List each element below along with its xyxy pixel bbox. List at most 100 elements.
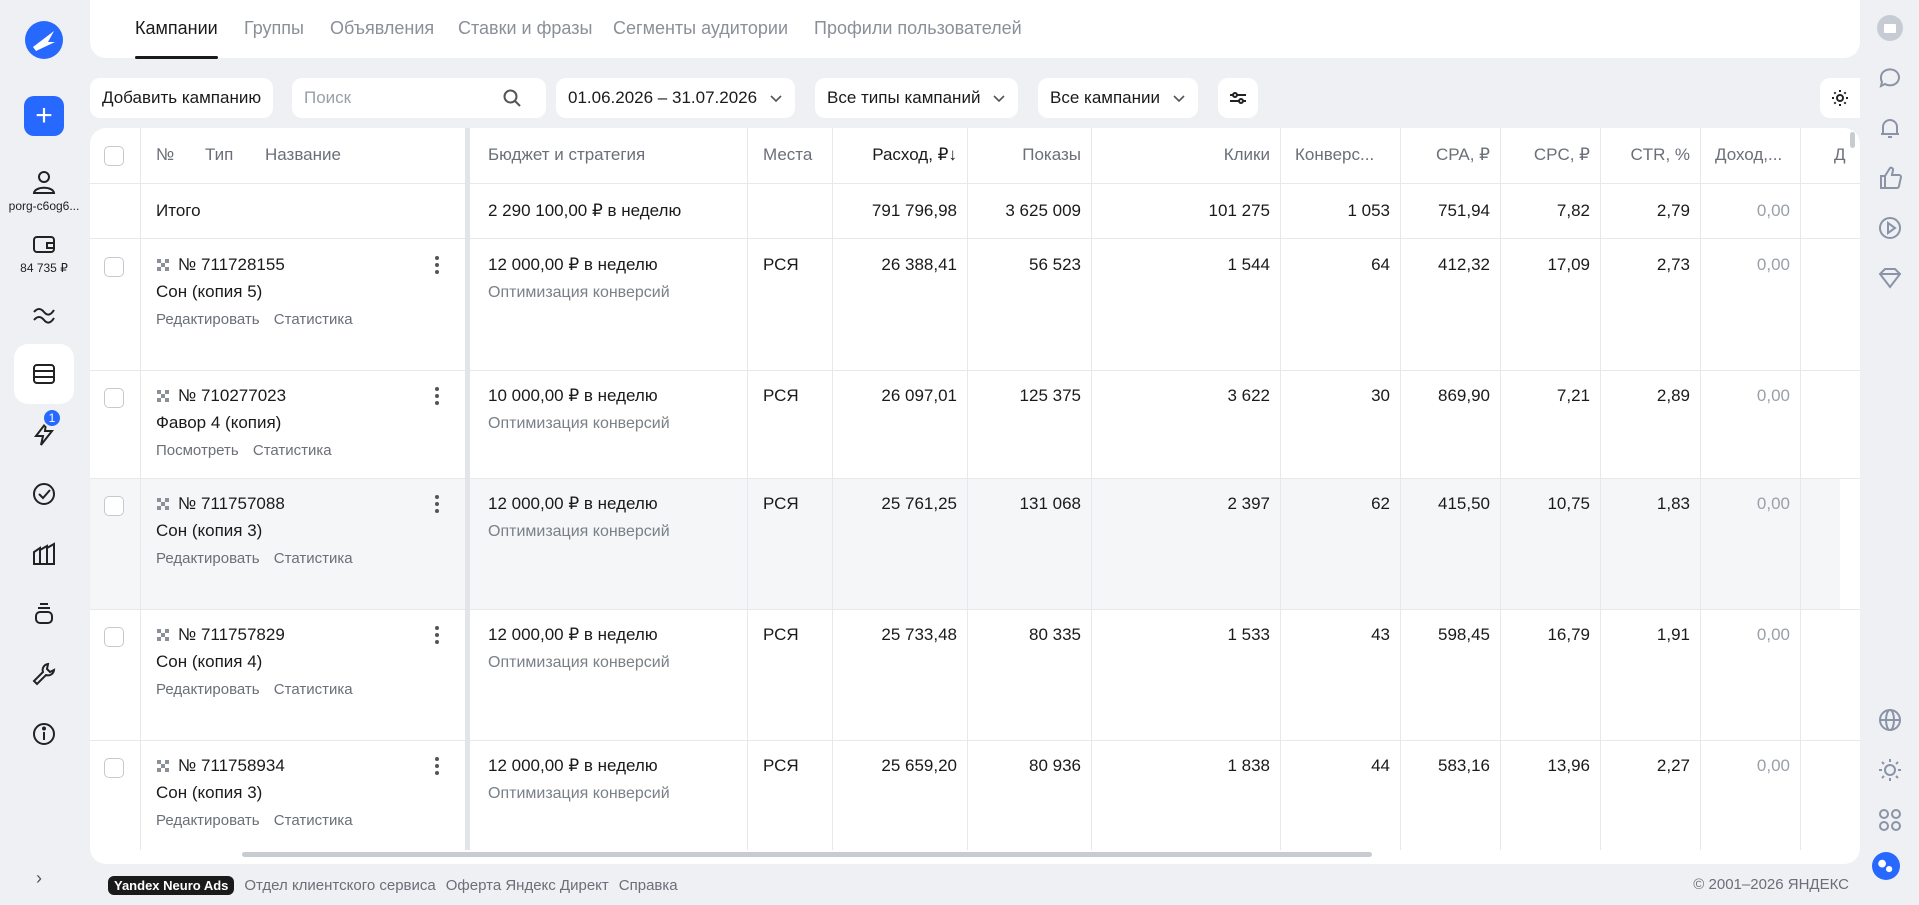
recommendations-item[interactable]: 1 bbox=[14, 404, 74, 464]
header-clicks[interactable]: Клики bbox=[1101, 145, 1270, 165]
campaign-id[interactable]: № 711728155 bbox=[156, 255, 285, 275]
row-checkbox[interactable] bbox=[104, 257, 124, 277]
thumbs-up-icon[interactable] bbox=[1876, 164, 1904, 192]
header-extra[interactable]: Д bbox=[1834, 145, 1846, 165]
campaign-edit-link[interactable]: Посмотреть bbox=[156, 442, 239, 459]
filters-button[interactable] bbox=[1218, 78, 1258, 118]
header-spend[interactable]: Расход, ₽↓ bbox=[842, 145, 957, 165]
tab-ads[interactable]: Объявления bbox=[330, 18, 434, 39]
campaign-edit-link[interactable]: Редактировать bbox=[156, 812, 260, 829]
header-conversions[interactable]: Конверс... bbox=[1295, 145, 1374, 165]
header-name[interactable]: Название bbox=[265, 145, 341, 165]
campaign-edit-link[interactable]: Редактировать bbox=[156, 681, 260, 698]
offer-link[interactable]: Оферта Яндекс Директ bbox=[446, 877, 609, 894]
campaign-edit-link[interactable]: Редактировать bbox=[156, 550, 260, 567]
campaign-name[interactable]: Сон (копия 3) bbox=[156, 783, 262, 803]
campaign-stats-link[interactable]: Статистика bbox=[253, 442, 332, 459]
more-options-icon[interactable] bbox=[434, 494, 440, 514]
campaign-name[interactable]: Сон (копия 5) bbox=[156, 282, 262, 302]
wallet-item[interactable]: 84 735 ₽ bbox=[14, 222, 74, 282]
more-options-icon[interactable] bbox=[434, 386, 440, 406]
settings-button[interactable] bbox=[1820, 78, 1860, 118]
account-item[interactable]: porg-c6og6... bbox=[9, 160, 79, 220]
campaign-id[interactable]: № 711757829 bbox=[156, 625, 285, 645]
theme-icon[interactable] bbox=[1876, 756, 1904, 784]
wrench-icon bbox=[32, 662, 56, 686]
header-cpa[interactable]: CPA, ₽ bbox=[1410, 145, 1490, 165]
vertical-scrollbar[interactable] bbox=[1850, 132, 1855, 148]
row-checkbox[interactable] bbox=[104, 496, 124, 516]
tools-item[interactable] bbox=[14, 644, 74, 704]
tab-campaigns[interactable]: Кампании bbox=[135, 18, 218, 59]
globe-icon[interactable] bbox=[1876, 706, 1904, 734]
chat-icon[interactable] bbox=[1876, 64, 1904, 92]
campaign-stats-link[interactable]: Статистика bbox=[274, 550, 353, 567]
total-cpc: 7,82 bbox=[1556, 201, 1590, 220]
campaign-name[interactable]: Сон (копия 4) bbox=[156, 652, 262, 672]
mail-icon[interactable] bbox=[1876, 14, 1904, 42]
search-input[interactable] bbox=[292, 88, 502, 108]
divider bbox=[1600, 128, 1601, 850]
chevron-down-icon bbox=[1173, 95, 1185, 103]
campaign-stats-link[interactable]: Статистика bbox=[274, 311, 353, 328]
add-button[interactable]: + bbox=[24, 96, 64, 136]
more-options-icon[interactable] bbox=[434, 756, 440, 776]
campaigns-item[interactable] bbox=[14, 344, 74, 404]
header-type[interactable]: Тип bbox=[205, 145, 233, 165]
reports-item[interactable] bbox=[14, 524, 74, 584]
assistant-icon[interactable] bbox=[1872, 852, 1908, 888]
direct-logo-icon[interactable] bbox=[24, 20, 64, 60]
statistics-item[interactable] bbox=[14, 284, 74, 344]
row-checkbox[interactable] bbox=[104, 388, 124, 408]
cell-conversions: 30 bbox=[1371, 386, 1390, 405]
campaign-id[interactable]: № 711758934 bbox=[156, 756, 285, 776]
header-cpc[interactable]: CPC, ₽ bbox=[1510, 145, 1590, 165]
apps-icon[interactable] bbox=[1876, 806, 1904, 834]
chevron-down-icon bbox=[770, 95, 782, 103]
cell-conversions: 43 bbox=[1371, 625, 1390, 644]
more-options-icon[interactable] bbox=[434, 625, 440, 645]
strategy: Оптимизация конверсий bbox=[488, 284, 670, 301]
more-options-icon[interactable] bbox=[434, 255, 440, 275]
tab-user-profiles[interactable]: Профили пользователей bbox=[814, 18, 1022, 39]
diamond-icon[interactable] bbox=[1876, 264, 1904, 292]
horizontal-scrollbar[interactable] bbox=[242, 852, 1372, 857]
select-all-checkbox[interactable] bbox=[104, 146, 124, 166]
row-checkbox[interactable] bbox=[104, 627, 124, 647]
expand-sidebar-icon[interactable]: › bbox=[36, 868, 42, 889]
play-icon[interactable] bbox=[1876, 214, 1904, 242]
neuro-ads-badge[interactable]: Yandex Neuro Ads bbox=[108, 876, 235, 895]
tab-bids[interactable]: Ставки и фразы bbox=[458, 18, 592, 39]
date-range-picker[interactable]: 01.06.2026 – 31.07.2026 bbox=[556, 78, 796, 118]
campaign-filter-select[interactable]: Все кампании bbox=[1038, 78, 1199, 118]
campaign-edit-link[interactable]: Редактировать bbox=[156, 311, 260, 328]
campaign-stats-link[interactable]: Статистика bbox=[274, 812, 353, 829]
client-service-link[interactable]: Отдел клиентского сервиса bbox=[244, 877, 435, 894]
tab-audience-segments[interactable]: Сегменты аудитории bbox=[613, 18, 788, 39]
bell-icon[interactable] bbox=[1876, 114, 1904, 142]
header-places[interactable]: Места bbox=[763, 145, 812, 165]
search-icon bbox=[503, 89, 521, 107]
campaign-id[interactable]: № 710277023 bbox=[156, 386, 286, 406]
tab-groups[interactable]: Группы bbox=[244, 18, 304, 39]
campaign-types-select[interactable]: Все типы кампаний bbox=[815, 78, 1019, 118]
header-budget[interactable]: Бюджет и стратегия bbox=[488, 145, 645, 165]
header-impressions[interactable]: Показы bbox=[977, 145, 1081, 165]
info-item[interactable] bbox=[14, 704, 74, 764]
campaign-types-value: Все типы кампаний bbox=[827, 88, 981, 107]
campaign-actions: Редактировать Статистика bbox=[156, 550, 363, 567]
library-item[interactable] bbox=[14, 584, 74, 644]
row-checkbox[interactable] bbox=[104, 758, 124, 778]
header-revenue[interactable]: Доход,... bbox=[1715, 145, 1782, 165]
campaign-stats-link[interactable]: Статистика bbox=[274, 681, 353, 698]
header-num[interactable]: № bbox=[156, 145, 174, 165]
tasks-item[interactable] bbox=[14, 464, 74, 524]
header-ctr[interactable]: CTR, % bbox=[1610, 145, 1691, 165]
campaign-id[interactable]: № 711757088 bbox=[156, 494, 285, 514]
divider bbox=[1280, 128, 1281, 850]
campaign-name[interactable]: Фавор 4 (копия) bbox=[156, 413, 281, 433]
frozen-column-divider[interactable] bbox=[465, 128, 470, 850]
add-campaign-button[interactable]: Добавить кампанию bbox=[90, 78, 274, 118]
campaign-name[interactable]: Сон (копия 3) bbox=[156, 521, 262, 541]
help-link[interactable]: Справка bbox=[619, 877, 678, 894]
